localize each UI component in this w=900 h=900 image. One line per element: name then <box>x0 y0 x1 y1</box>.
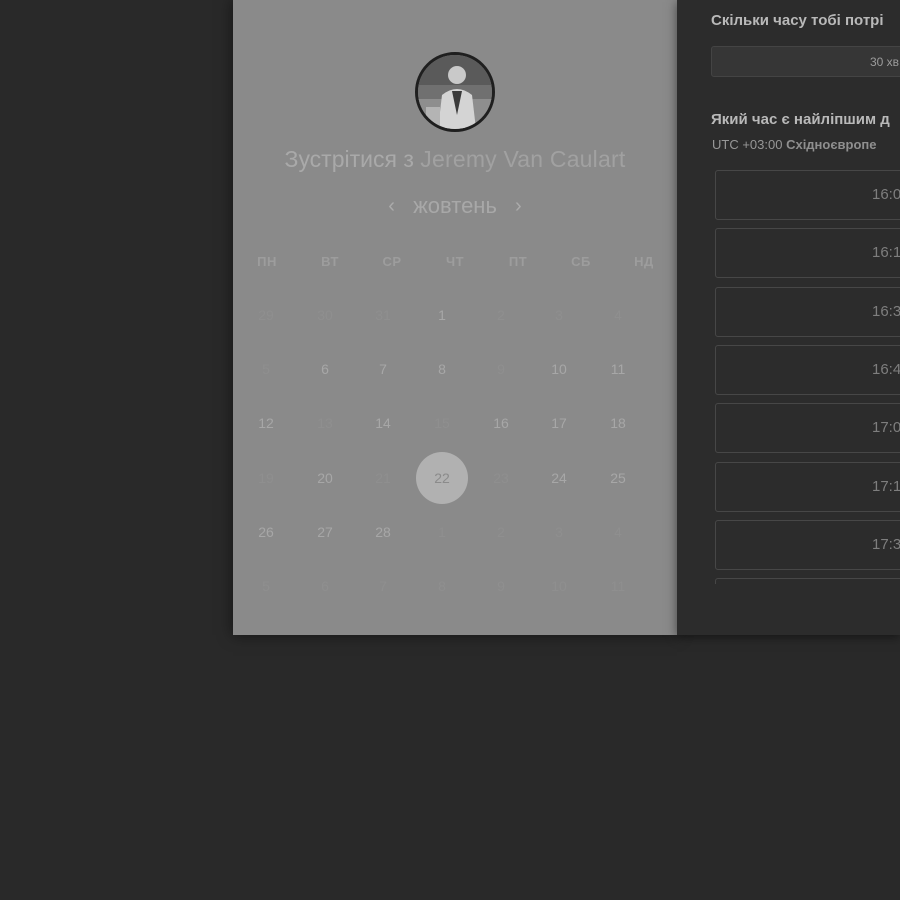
calendar-day: 11 <box>610 578 626 594</box>
meeting-title-prefix: Зустрітися з <box>284 146 414 172</box>
weekday-label: ЧТ <box>445 254 465 269</box>
calendar-day: 3 <box>555 524 563 540</box>
time-slot-button[interactable]: 16:0 <box>715 170 900 220</box>
calendar-day[interactable]: 12 <box>240 397 292 449</box>
time-slot-label: 16:3 <box>872 303 900 320</box>
time-slot-button[interactable]: 17:3 <box>715 520 900 570</box>
calendar-day[interactable]: 16 <box>475 397 527 449</box>
time-slot-button[interactable]: 16:1 <box>715 228 900 278</box>
host-avatar <box>415 52 495 132</box>
calendar-day: 23 <box>493 470 509 486</box>
calendar-day[interactable]: 25 <box>592 452 644 504</box>
calendar-day: 8 <box>438 578 446 594</box>
calendar-day[interactable]: 8 <box>416 343 468 395</box>
prev-month-icon[interactable]: ‹ <box>376 195 407 218</box>
time-slot-button[interactable] <box>715 578 900 584</box>
weekday-label: ПТ <box>508 254 528 269</box>
time-slot-button[interactable]: 17:1 <box>715 462 900 512</box>
calendar-day: 9 <box>497 578 505 594</box>
calendar-day[interactable]: 27 <box>299 506 351 558</box>
weekday-label: НД <box>634 254 654 269</box>
calendar-day[interactable]: 26 <box>240 506 292 558</box>
calendar-day[interactable]: 20 <box>299 452 351 504</box>
calendar-day: 31 <box>375 307 391 323</box>
time-slot-label: 17:0 <box>872 419 900 436</box>
time-slot-button[interactable]: 17:0 <box>715 403 900 453</box>
calendar-day[interactable]: 28 <box>357 506 409 558</box>
time-slot-label: 17:3 <box>872 536 900 553</box>
calendar-day[interactable]: 18 <box>592 397 644 449</box>
weekday-label: СР <box>382 254 402 269</box>
selected-day[interactable]: 22 <box>416 452 468 504</box>
next-month-icon[interactable]: › <box>503 195 534 218</box>
weekday-label: ПН <box>257 254 277 269</box>
calendar-day: 15 <box>434 415 450 431</box>
calendar-day[interactable]: 24 <box>533 452 585 504</box>
calendar-day[interactable]: 10 <box>533 343 585 395</box>
calendar-day: 13 <box>317 415 333 431</box>
calendar-day: 6 <box>321 578 329 594</box>
calendar-day: 19 <box>258 470 274 486</box>
calendar-day: 2 <box>497 524 505 540</box>
calendar-day: 1 <box>438 524 446 540</box>
calendar-day: 4 <box>614 307 622 323</box>
calendar-day: 5 <box>262 361 270 377</box>
weekday-label: СБ <box>571 254 591 269</box>
calendar-day: 5 <box>262 578 270 594</box>
month-label: жовтень <box>413 193 497 218</box>
host-name: Jeremy Van Caulart <box>420 146 626 172</box>
calendar-day[interactable]: 17 <box>533 397 585 449</box>
time-panel: Скільки часу тобі потрі 30 хв Який час є… <box>677 0 900 635</box>
time-slot-button[interactable]: 16:4 <box>715 345 900 395</box>
calendar-day[interactable]: 6 <box>299 343 351 395</box>
time-slot-label: 16:0 <box>872 186 900 203</box>
calendar-day[interactable]: 11 <box>592 343 644 395</box>
time-slot-label: 16:1 <box>872 244 900 261</box>
calendar-day[interactable]: 14 <box>357 397 409 449</box>
calendar-day: 10 <box>551 578 567 594</box>
calendar-day: 30 <box>317 307 333 323</box>
calendar-day: 3 <box>555 307 563 323</box>
calendar-day: 29 <box>258 307 274 323</box>
time-slot-button[interactable]: 16:3 <box>715 287 900 337</box>
calendar-day: 4 <box>614 524 622 540</box>
time-slot-label: 17:1 <box>872 478 900 495</box>
calendar-day: 2 <box>497 307 505 323</box>
time-slot-label: 16:4 <box>872 361 900 378</box>
calendar-day: 21 <box>375 470 391 486</box>
calendar-day: 7 <box>379 578 387 594</box>
time-slot-list: 16:0 16:1 16:3 16:4 17:0 17:1 17:3 <box>677 0 900 584</box>
calendar-day[interactable]: 1 <box>416 289 468 341</box>
meeting-title: Зустрітися з Jeremy Van Caulart <box>233 146 677 173</box>
weekday-label: ВТ <box>321 254 339 269</box>
month-navigation: ‹ жовтень › <box>233 193 677 219</box>
calendar-day: 9 <box>497 361 505 377</box>
calendar-panel: Зустрітися з Jeremy Van Caulart ‹ жовтен… <box>233 0 677 635</box>
calendar-day[interactable]: 7 <box>357 343 409 395</box>
